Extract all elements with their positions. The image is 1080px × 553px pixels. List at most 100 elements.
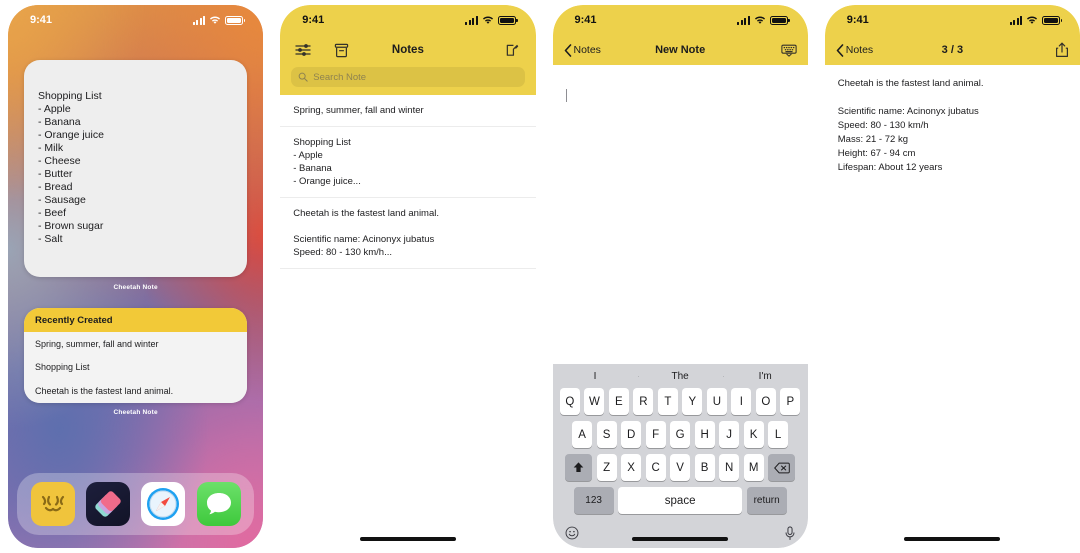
key-x[interactable]: X <box>621 454 642 481</box>
battery-icon <box>769 15 790 25</box>
key-s[interactable]: S <box>596 421 617 448</box>
back-label: Notes <box>845 44 874 56</box>
note-detail-header: 9:41 Notes 3 / 3 <box>824 5 1080 65</box>
key-w[interactable]: W <box>584 388 605 415</box>
screenshot-stage: 9:41 Shopping List - Apple - Banana - Or… <box>0 0 1080 553</box>
status-bar: 9:41 <box>280 5 535 35</box>
notes-list-screen: 9:41 Notes Search Note Spring, summer, f… <box>280 5 536 548</box>
new-note-header: 9:41 Notes New Note <box>552 5 808 65</box>
suggestion-item[interactable]: The <box>637 371 723 382</box>
notes-app-icon[interactable] <box>30 482 75 526</box>
key-a[interactable]: A <box>572 421 593 448</box>
backspace-icon[interactable] <box>768 454 796 481</box>
note-widget-large[interactable]: Shopping List - Apple - Banana - Orange … <box>24 60 248 277</box>
shortcuts-app-icon[interactable] <box>85 482 130 526</box>
key-h[interactable]: H <box>694 421 715 448</box>
keyboard-dismiss-icon[interactable] <box>781 44 797 57</box>
back-button[interactable]: Notes <box>564 43 601 57</box>
status-bar: 9:41 <box>825 5 1080 35</box>
list-item[interactable]: Spring, summer, fall and winter <box>280 95 536 127</box>
status-bar: 9:41 <box>8 5 263 35</box>
key-z[interactable]: Z <box>596 454 617 481</box>
phone-home-screen: 9:41 Shopping List - Apple - Banana - Or… <box>8 5 264 548</box>
compose-icon[interactable] <box>503 40 523 60</box>
page-title: Notes <box>391 44 424 56</box>
emoji-icon[interactable] <box>565 526 579 540</box>
archive-box-icon[interactable] <box>331 40 351 60</box>
share-icon[interactable] <box>1055 42 1069 58</box>
keyboard-row-3: Z X C V B N M <box>553 454 808 481</box>
status-time: 9:41 <box>574 14 597 26</box>
key-v[interactable]: V <box>670 454 691 481</box>
microphone-icon[interactable] <box>784 525 796 541</box>
key-b[interactable]: B <box>694 454 715 481</box>
suggestion-bar: I The I'm <box>552 364 808 388</box>
chevron-left-icon <box>836 43 844 57</box>
key-c[interactable]: C <box>645 454 666 481</box>
key-n[interactable]: N <box>719 454 740 481</box>
status-time: 9:41 <box>846 14 869 26</box>
cellular-signal-icon <box>192 15 206 25</box>
suggestion-item[interactable]: I <box>553 371 638 382</box>
list-item[interactable]: Cheetah is the fastest land animal. <box>24 379 247 403</box>
keyboard-row-1: Q W E R T Y U I O P <box>553 388 808 415</box>
sliders-icon[interactable] <box>293 40 313 60</box>
note-widget-text: Shopping List - Apple - Banana - Orange … <box>38 90 104 245</box>
key-e[interactable]: E <box>608 388 629 415</box>
note-editor[interactable] <box>552 65 808 117</box>
new-note-screen: 9:41 Notes New Note I The I'm Q W E R T … <box>552 5 808 548</box>
search-input[interactable]: Search Note <box>291 67 525 87</box>
battery-icon <box>1042 15 1062 25</box>
key-f[interactable]: F <box>645 421 666 448</box>
key-o[interactable]: O <box>755 388 776 415</box>
return-key[interactable]: return <box>746 487 787 514</box>
cellular-signal-icon <box>465 15 478 25</box>
note-content[interactable]: Cheetah is the fastest land animal. Scie… <box>824 65 1080 187</box>
key-i[interactable]: I <box>731 388 752 415</box>
key-r[interactable]: R <box>633 388 654 415</box>
shift-icon[interactable] <box>565 454 593 481</box>
key-m[interactable]: M <box>743 454 764 481</box>
numbers-key[interactable]: 123 <box>573 487 614 514</box>
wifi-icon <box>754 16 766 25</box>
key-j[interactable]: J <box>719 421 740 448</box>
key-t[interactable]: T <box>657 388 678 415</box>
navigation-bar: Notes 3 / 3 <box>825 35 1080 65</box>
recently-created-widget[interactable]: Recently Created Spring, summer, fall an… <box>24 308 248 403</box>
list-item[interactable]: Spring, summer, fall and winter <box>24 332 247 356</box>
keyboard-bottom-bar <box>553 520 808 546</box>
phone-note-detail: 9:41 Notes 3 / 3 Cheetah is the fastest … <box>824 5 1080 548</box>
battery-icon <box>497 15 518 25</box>
key-y[interactable]: Y <box>682 388 703 415</box>
text-cursor <box>565 89 567 102</box>
key-u[interactable]: U <box>706 388 727 415</box>
list-item[interactable]: Shopping List <box>24 356 247 380</box>
space-key[interactable]: space <box>618 487 743 514</box>
list-item[interactable]: Shopping List - Apple - Banana - Orange … <box>280 127 536 198</box>
onscreen-keyboard: I The I'm Q W E R T Y U I O P A S D F G … <box>552 364 808 548</box>
keyboard-row-2: A S D F G H J K L <box>553 421 808 448</box>
key-p[interactable]: P <box>780 388 801 415</box>
cellular-signal-icon <box>1009 15 1022 25</box>
list-item[interactable]: Cheetah is the fastest land animal. Scie… <box>280 198 536 269</box>
keyboard-row-4: 123 space return <box>553 487 808 514</box>
wifi-icon <box>209 16 221 25</box>
phone-notes-list: 9:41 Notes Search Note Spring, summer, f… <box>280 5 536 548</box>
wifi-icon <box>482 16 494 25</box>
home-indicator <box>632 537 729 541</box>
safari-app-icon[interactable] <box>141 482 186 526</box>
suggestion-item[interactable]: I'm <box>722 371 808 382</box>
key-q[interactable]: Q <box>559 388 580 415</box>
notes-toolbar: Notes <box>280 35 535 65</box>
key-l[interactable]: L <box>768 421 789 448</box>
status-bar: 9:41 <box>553 5 808 35</box>
cellular-signal-icon <box>737 15 750 25</box>
dock <box>17 473 255 535</box>
key-d[interactable]: D <box>621 421 642 448</box>
back-button[interactable]: Notes <box>836 43 874 57</box>
messages-app-icon[interactable] <box>196 482 241 526</box>
key-k[interactable]: K <box>743 421 764 448</box>
phone-new-note: 9:41 Notes New Note I The I'm Q W E R T … <box>552 5 808 548</box>
search-placeholder: Search Note <box>313 71 367 83</box>
key-g[interactable]: G <box>670 421 691 448</box>
